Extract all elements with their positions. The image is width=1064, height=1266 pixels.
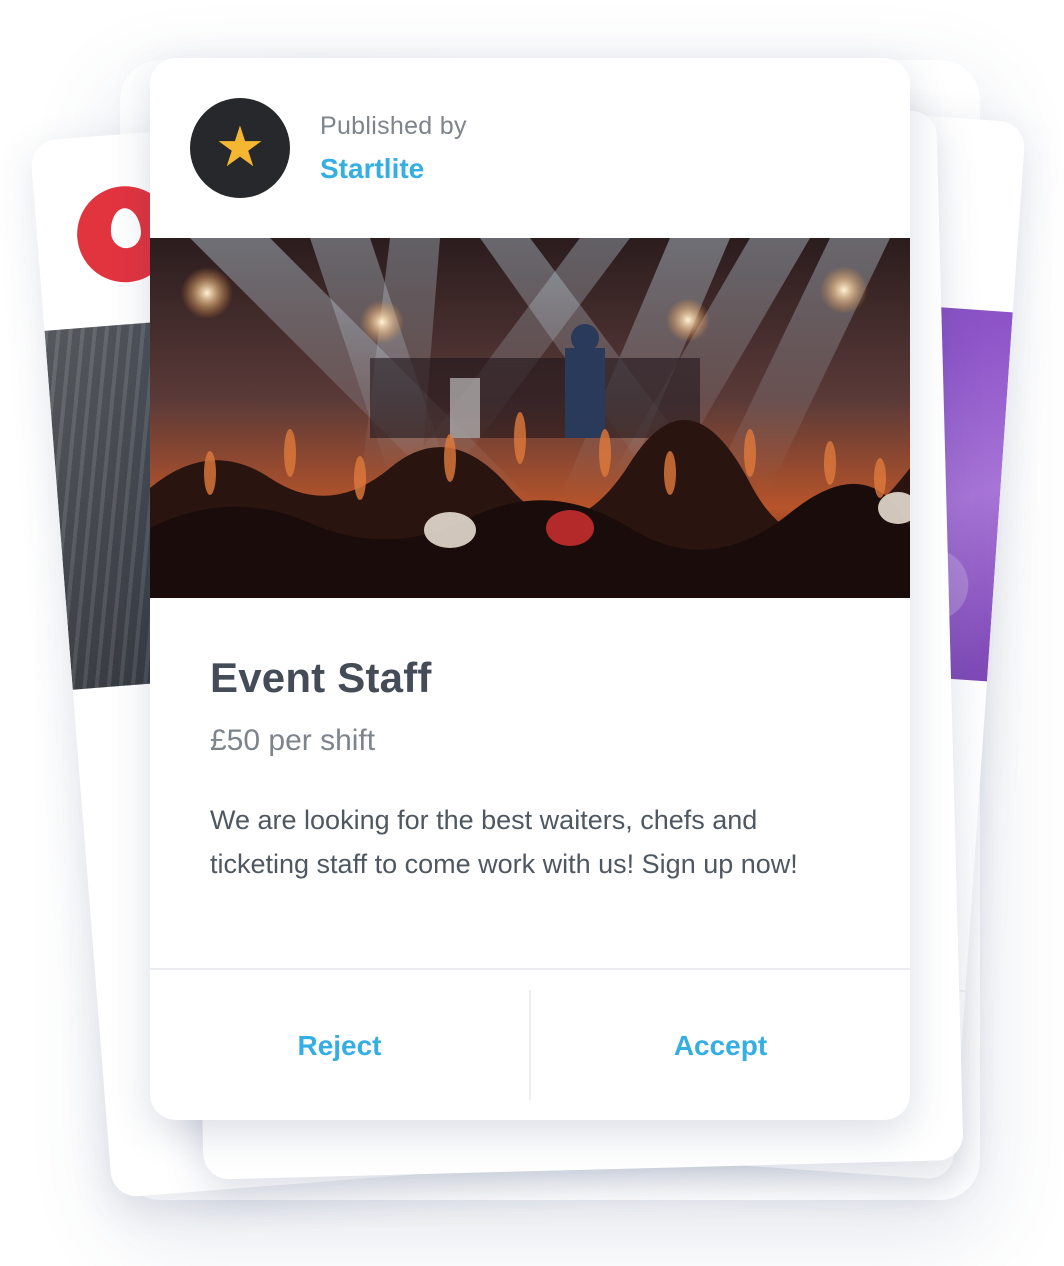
accept-button[interactable]: Accept [531, 970, 910, 1120]
reject-button[interactable]: Reject [150, 970, 529, 1120]
job-title: Event Staff [210, 654, 432, 701]
publisher-info: Published by Startlite [320, 112, 467, 185]
card-stack: ★ Published by Startlite Event Staff £50… [0, 0, 1064, 1266]
job-card: ★ Published by Startlite Event Staff £50… [150, 58, 910, 1120]
job-description: We are looking for the best waiters, che… [210, 805, 798, 879]
event-photo [150, 238, 910, 598]
avatar: ★ [190, 98, 290, 198]
job-pay: £50 per shift [210, 724, 376, 757]
publisher-name-link[interactable]: Startlite [320, 153, 467, 185]
card-actions: Reject Accept [150, 968, 910, 1120]
star-icon: ★ [214, 115, 266, 180]
flame-icon [109, 207, 143, 250]
concert-image [150, 238, 910, 598]
publisher-header: ★ Published by Startlite [190, 98, 467, 198]
published-by-label: Published by [320, 111, 467, 140]
